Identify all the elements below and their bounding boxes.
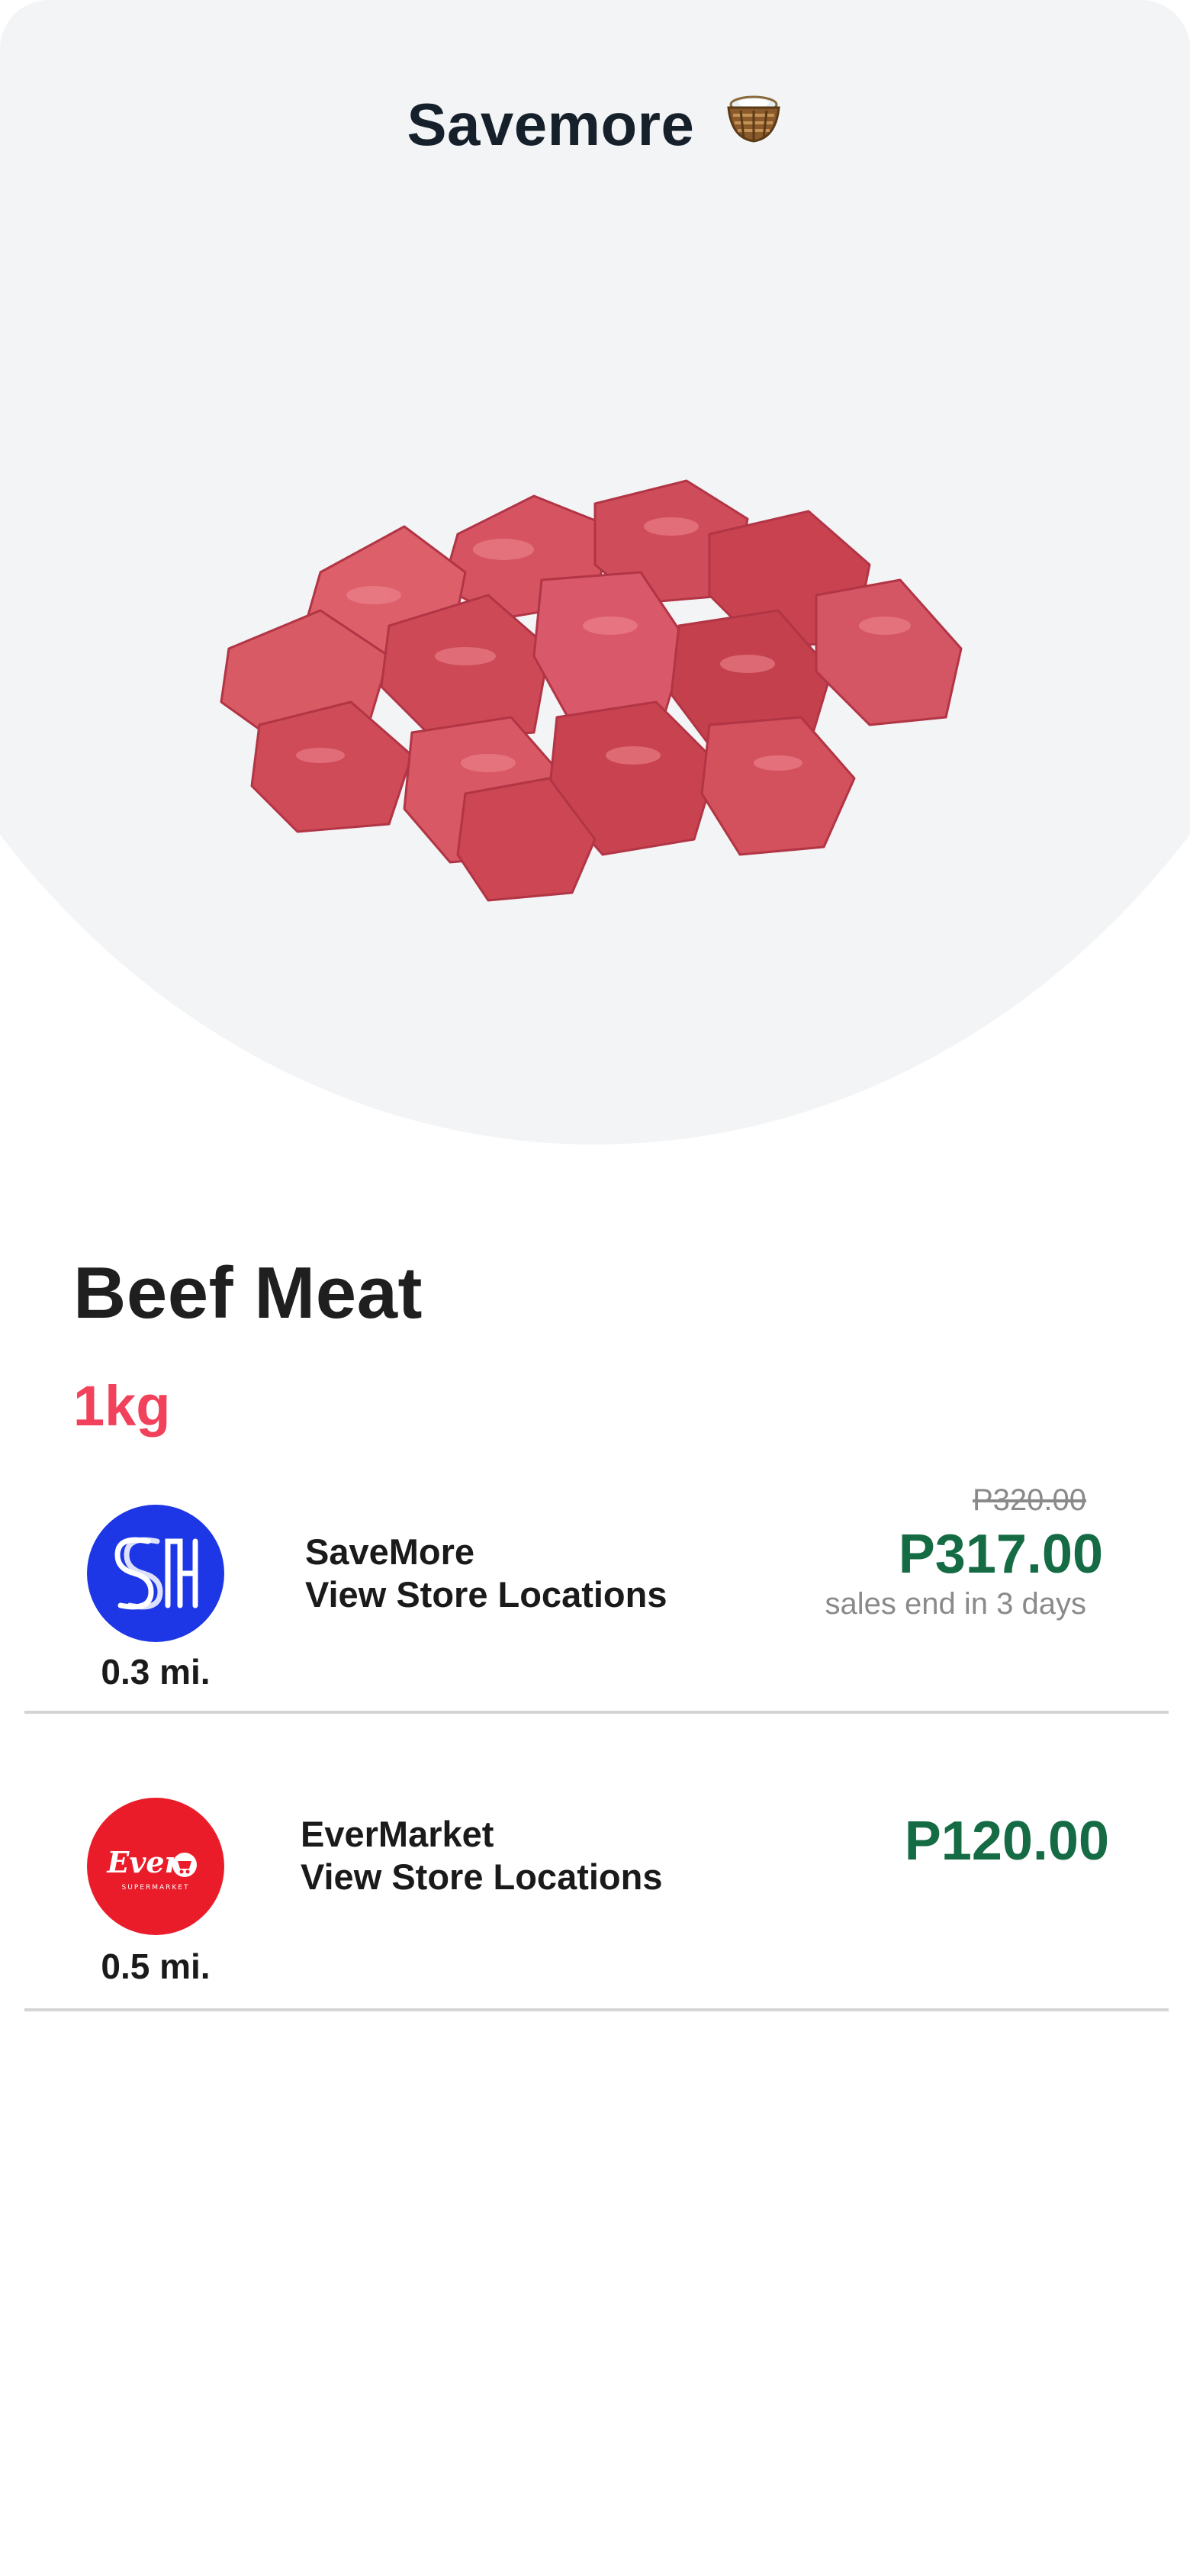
store-name: SaveMore — [305, 1531, 475, 1572]
product-size: 1kg — [73, 1374, 171, 1438]
view-store-locations-link[interactable]: View Store Locations — [305, 1573, 667, 1616]
product-name: Beef Meat — [73, 1252, 423, 1334]
beef-cubes-image — [220, 479, 963, 902]
store-info: SaveMore View Store Locations — [305, 1531, 667, 1616]
page-title: Savemore — [0, 90, 1190, 165]
ever-logo-subtext: SUPERMARKET — [122, 1884, 190, 1892]
original-price: P320.00 — [972, 1483, 1086, 1517]
sale-price: P317.00 — [898, 1524, 1103, 1585]
ever-logo-text: Ever — [106, 1845, 182, 1879]
store-row-evermarket[interactable]: Ever SUPERMARKET 0.5 mi. EverMarket View… — [24, 1770, 1169, 2011]
store-distance: 0.3 mi. — [101, 1652, 211, 1692]
store-name: EverMarket — [301, 1814, 494, 1854]
store-distance: 0.5 mi. — [101, 1946, 211, 1986]
product-detail-screen: Savemore Beef Meat 1kg 0.3 mi. SaveMore … — [0, 0, 1190, 2576]
store-info: EverMarket View Store Locations — [301, 1813, 662, 1898]
price: P120.00 — [904, 1811, 1109, 1872]
basket-icon — [724, 88, 783, 159]
sale-end-note: sales end in 3 days — [825, 1587, 1086, 1621]
view-store-locations-link[interactable]: View Store Locations — [301, 1856, 662, 1898]
page-title-text: Savemore — [407, 91, 695, 158]
store-row-savemore[interactable]: 0.3 mi. SaveMore View Store Locations P3… — [24, 1473, 1169, 1714]
sm-logo — [87, 1505, 224, 1642]
ever-logo: Ever SUPERMARKET — [87, 1798, 224, 1935]
